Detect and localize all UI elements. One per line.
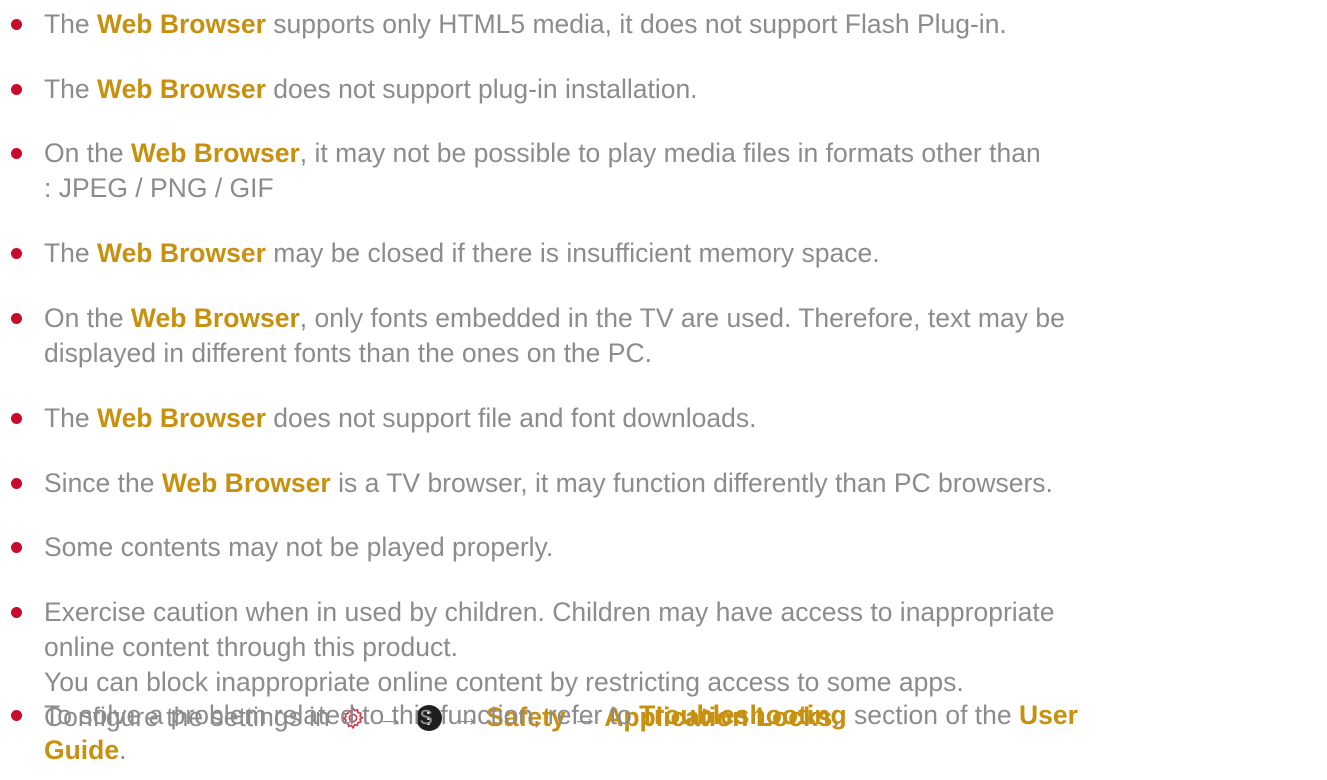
note-text-part: The bbox=[44, 403, 98, 433]
note-text-part: Since the bbox=[44, 468, 162, 498]
highlight-term: Web Browser bbox=[97, 238, 266, 268]
note-text: Since the Web Browser is a TV browser, i… bbox=[44, 466, 1310, 501]
bullet-icon bbox=[11, 413, 22, 424]
highlight-term: Web Browser bbox=[161, 468, 331, 498]
bullet-icon bbox=[11, 607, 22, 618]
bullet-icon bbox=[11, 84, 22, 95]
highlight-term: User bbox=[1019, 700, 1078, 730]
note-text-part: does not support file and font downloads… bbox=[265, 403, 757, 433]
note-text-part: is a TV browser, it may function differe… bbox=[330, 468, 1053, 498]
bullet-icon bbox=[11, 478, 22, 489]
highlight-term: Troubleshooting bbox=[639, 700, 847, 730]
note-text: Some contents may not be played properly… bbox=[44, 530, 1310, 565]
note-text: The Web Browser does not support plug-in… bbox=[44, 72, 1310, 107]
highlight-term: Web Browser bbox=[130, 138, 300, 168]
highlight-term: Web Browser bbox=[97, 9, 266, 39]
bullet-icon bbox=[11, 148, 22, 159]
note-text-part: On the bbox=[44, 138, 131, 168]
note-text-part: The bbox=[44, 9, 98, 39]
note-text-line: Some contents may not be played properly… bbox=[44, 532, 554, 562]
note-text-line: online content through this product. bbox=[44, 632, 458, 662]
note-text-line: You can block inappropriate online conte… bbox=[44, 667, 964, 697]
note-text: To solve a problem related to this funct… bbox=[44, 698, 1310, 768]
note-text: The Web Browser does not support file an… bbox=[44, 401, 1310, 436]
note-text-part: On the bbox=[44, 303, 131, 333]
note-text: The Web Browser may be closed if there i… bbox=[44, 236, 1310, 271]
note-text-part: . bbox=[119, 735, 127, 765]
note-text-part: To solve a problem related to this funct… bbox=[44, 700, 640, 730]
note-text: On the Web Browser, only fonts embedded … bbox=[44, 301, 1310, 371]
note-text-line: : JPEG / PNG / GIF bbox=[44, 173, 274, 203]
highlight-term: Web Browser bbox=[97, 403, 266, 433]
page: The Web Browser supports only HTML5 medi… bbox=[0, 0, 1327, 780]
note-text: On the Web Browser, it may not be possib… bbox=[44, 136, 1310, 206]
highlight-term: Web Browser bbox=[130, 303, 300, 333]
note-text-part: may be closed if there is insufficient m… bbox=[265, 238, 880, 268]
bullet-icon bbox=[11, 313, 22, 324]
note-text-part: The bbox=[44, 238, 98, 268]
note-text-part: The bbox=[44, 74, 98, 104]
bullet-icon bbox=[11, 19, 22, 30]
note-text: The Web Browser supports only HTML5 medi… bbox=[44, 7, 1310, 42]
note-text-part: , it may not be possible to play media f… bbox=[299, 138, 1041, 168]
note-text-part: does not support plug-in installation. bbox=[265, 74, 698, 104]
note-text-line: displayed in different fonts than the on… bbox=[44, 338, 652, 368]
bullet-icon bbox=[11, 710, 22, 721]
note-text-part: supports only HTML5 media, it does not s… bbox=[265, 9, 1007, 39]
bullet-icon bbox=[11, 542, 22, 553]
bullet-icon bbox=[11, 248, 22, 259]
note-text-part: section of the bbox=[846, 700, 1020, 730]
note-text-part: , only fonts embedded in the TV are used… bbox=[299, 303, 1065, 333]
highlight-term: Guide bbox=[44, 735, 120, 765]
note-text-line: Exercise caution when in used by childre… bbox=[44, 597, 1055, 627]
highlight-term: Web Browser bbox=[97, 74, 266, 104]
